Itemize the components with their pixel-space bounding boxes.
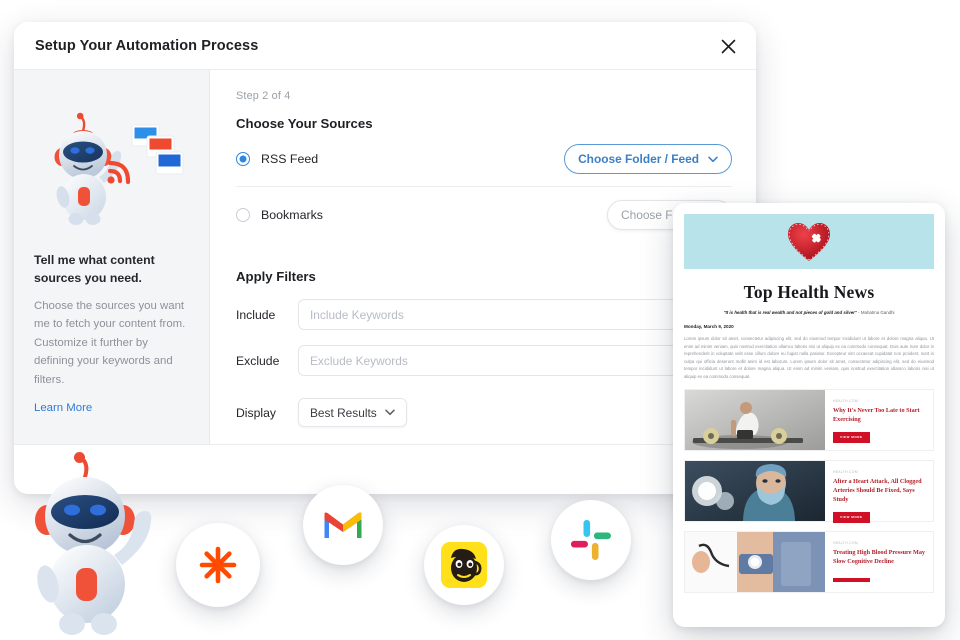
close-icon[interactable] (714, 32, 742, 60)
radio-rss-feed[interactable]: RSS Feed (236, 152, 318, 166)
article-headline: After a Heart Attack, All Clogged Arteri… (833, 478, 922, 504)
man-lifting-barbell-image (685, 390, 825, 451)
mailchimp-icon[interactable] (424, 525, 504, 605)
slack-icon[interactable] (551, 500, 631, 580)
screen: Setup Your Automation Process Tell me wh… (0, 0, 960, 640)
radio-indicator-rss[interactable] (236, 152, 250, 166)
plush-heart-bandage-icon (788, 222, 830, 261)
display-label: Display (236, 405, 276, 420)
radio-label-bookmarks: Bookmarks (261, 208, 323, 222)
list-item-meta: HEALTH.COM After a Heart Attack, All Clo… (825, 461, 933, 523)
chevron-down-icon (385, 409, 395, 416)
page-title: Setup Your Automation Process (35, 37, 259, 54)
setup-automation-modal: Setup Your Automation Process Tell me wh… (14, 22, 756, 494)
view-more-button[interactable]: VIEW MORE (833, 578, 870, 583)
gmail-glyph (324, 512, 362, 538)
newsletter-quote-attribution: - Mahatma Gandhi (856, 310, 895, 315)
slack-glyph (571, 520, 611, 560)
article-headline: Why It's Never Too Late to Start Exercis… (833, 407, 920, 424)
exclude-keywords-input[interactable] (298, 345, 732, 376)
article-kicker: HEALTH.COM (833, 399, 858, 404)
surgeon-in-mask-image (685, 461, 825, 522)
filter-row-display: Display Best Results (236, 398, 732, 427)
modal-header: Setup Your Automation Process (14, 22, 756, 69)
leg-right (91, 613, 117, 635)
newsletter: Top Health News "It is health that is re… (684, 214, 934, 627)
source-row-bookmarks: Bookmarks Choose Folder (236, 187, 732, 242)
section-title: Choose Your Sources (236, 116, 373, 131)
list-item[interactable]: HEALTH.COM Treating High Blood Pressure … (684, 531, 934, 594)
modal-body: Tell me what content sources you need. C… (14, 69, 756, 483)
list-item-meta: HEALTH.COM Why It's Never Too Late to St… (825, 390, 933, 450)
newsletter-title: Top Health News (743, 282, 875, 302)
article-kicker: HEALTH.COM (833, 470, 858, 475)
include-label: Include (236, 307, 276, 322)
window-card-blue-2 (155, 151, 183, 175)
list-item[interactable]: HEALTH.COM Why It's Never Too Late to St… (684, 389, 934, 452)
chevron-down-icon (708, 156, 718, 163)
exclude-label: Exclude (236, 353, 280, 368)
zapier-icon[interactable] (176, 523, 260, 607)
radio-bookmarks[interactable]: Bookmarks (236, 208, 323, 222)
view-more-button[interactable]: VIEW MORE (833, 511, 870, 523)
display-select[interactable]: Best Results (298, 398, 407, 427)
close-glyph (721, 39, 735, 53)
article-kicker: HEALTH.COM (833, 541, 858, 546)
display-select-value: Best Results (310, 405, 377, 420)
visor (51, 495, 119, 529)
newsletter-quote: "It is health that is real wealth and no… (684, 310, 934, 315)
newsletter-date: Monday, March 9, 2020 (684, 324, 734, 329)
gmail-icon[interactable] (303, 485, 383, 565)
newsletter-quote-text: "It is health that is real wealth and no… (723, 310, 857, 315)
newsletter-preview-panel: Top Health News "It is health that is re… (673, 203, 945, 627)
choose-folder-feed-label: Choose Folder / Feed (578, 152, 699, 166)
list-item-meta: HEALTH.COM Treating High Blood Pressure … (825, 532, 933, 592)
sidebar-body: Choose the sources you want me to fetch … (34, 299, 186, 386)
robot-mascot (14, 452, 164, 638)
radio-indicator-bookmarks[interactable] (236, 208, 250, 222)
learn-more-link[interactable]: Learn More (34, 402, 92, 414)
include-keywords-input[interactable] (298, 299, 732, 330)
zapier-glyph (199, 546, 237, 584)
step-indicator: Step 2 of 4 (236, 90, 291, 102)
filter-row-exclude: Exclude (236, 345, 732, 376)
view-more-button[interactable]: VIEW MORE (833, 431, 870, 443)
sidebar-heading: Tell me what content sources you need. (34, 253, 155, 285)
newsletter-hero (684, 214, 934, 269)
newsletter-body: Lorem ipsum dolor sit amet, consectetur … (684, 336, 934, 379)
robot-mascot-svg (35, 452, 152, 635)
mailchimp-glyph (441, 542, 487, 588)
leg-left (59, 613, 85, 635)
list-item[interactable]: HEALTH.COM After a Heart Attack, All Clo… (684, 460, 934, 523)
choose-folder-feed-button[interactable]: Choose Folder / Feed (564, 144, 732, 174)
source-row-rss: RSS Feed Choose Folder / Feed (236, 131, 732, 187)
chest-light (76, 568, 97, 601)
filters-title: Apply Filters (236, 269, 316, 284)
blood-pressure-cuff-image (685, 532, 825, 593)
article-headline: Treating High Blood Pressure May Slow Co… (833, 549, 926, 566)
rss-dot (106, 176, 115, 184)
filter-row-include: Include (236, 299, 732, 330)
robot-rss-illustration (34, 92, 189, 244)
robot-rss-svg (54, 112, 183, 225)
radio-label-rss: RSS Feed (261, 152, 319, 166)
sidebar-panel: Tell me what content sources you need. C… (14, 70, 210, 444)
